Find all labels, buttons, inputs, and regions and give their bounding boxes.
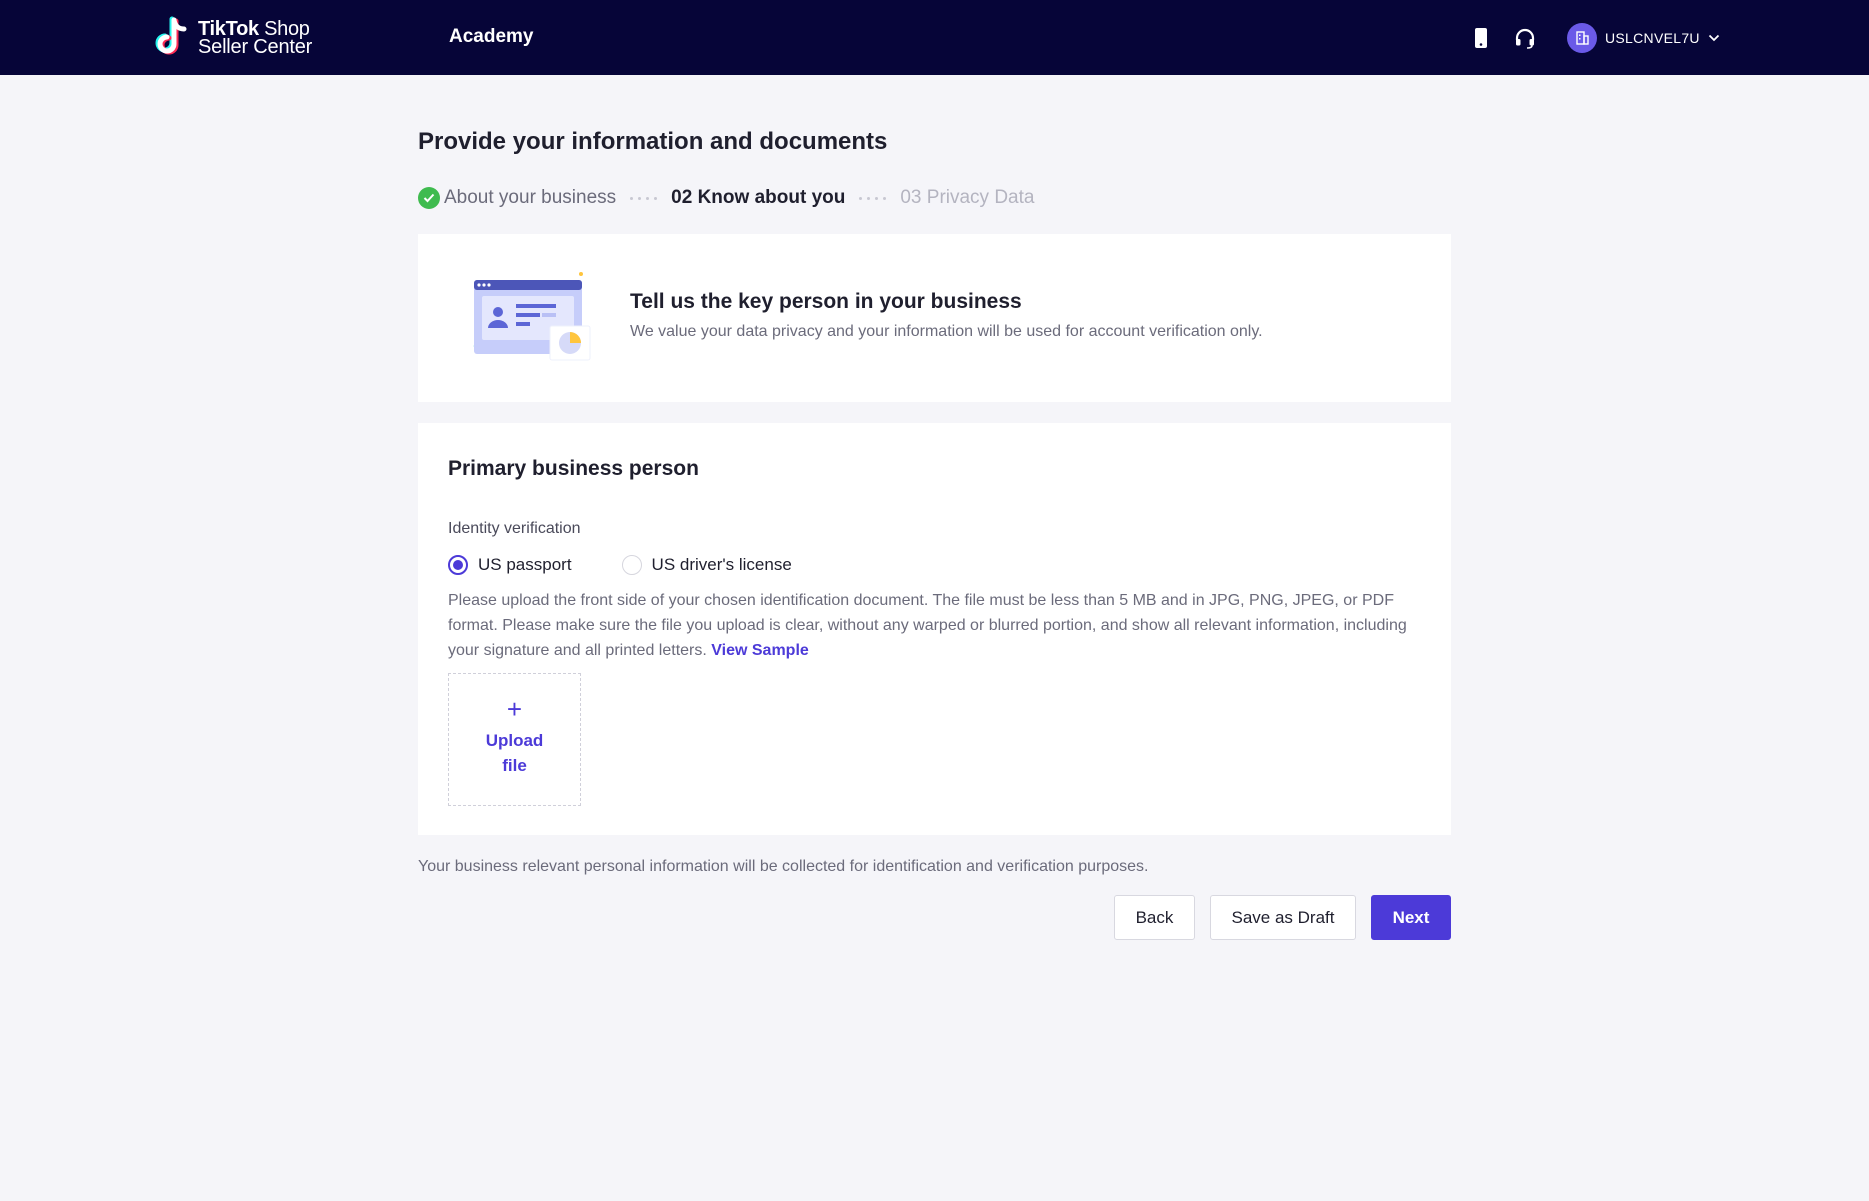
page-title: Provide your information and documents: [418, 128, 888, 155]
logo-subtitle: Seller Center: [198, 36, 313, 58]
chevron-down-icon: [1708, 34, 1719, 42]
progress-steps: About your business 02 Know about you 03…: [418, 186, 1034, 210]
radio-label: US driver's license: [651, 555, 792, 574]
back-button[interactable]: Back: [1114, 895, 1195, 940]
intro-card: [418, 234, 1451, 402]
step-know-about-you: 02 Know about you: [671, 187, 846, 208]
privacy-footnote: Your business relevant personal informat…: [418, 858, 1149, 875]
tiktok-note-icon: [155, 16, 187, 55]
step-about-your-business[interactable]: About your business: [418, 187, 616, 209]
headset-icon[interactable]: [1513, 26, 1537, 50]
check-circle-icon: [418, 187, 440, 209]
id-card-illustration: [473, 272, 591, 361]
instructions-text: Please upload the front side of your cho…: [448, 592, 1407, 659]
mobile-phone-icon[interactable]: [1469, 26, 1493, 50]
step-separator: [630, 196, 658, 200]
view-sample-link[interactable]: View Sample: [711, 642, 809, 659]
building-icon: [1567, 23, 1597, 53]
upload-instructions: Please upload the front side of your cho…: [448, 588, 1423, 663]
radio-us-drivers-license[interactable]: US driver's license: [621, 555, 792, 575]
intro-subtext: We value your data privacy and your info…: [630, 323, 1263, 340]
upload-file-button[interactable]: + Upload file: [448, 673, 581, 806]
top-navigation-bar: TikTok Shop Seller Center Academy USLCNV…: [0, 0, 1869, 75]
step-separator: [859, 196, 887, 200]
intro-heading: Tell us the key person in your business: [630, 290, 1022, 313]
account-name: USLCNVEL7U: [1605, 30, 1700, 46]
next-button[interactable]: Next: [1371, 895, 1451, 940]
radio-unselected-icon[interactable]: [621, 555, 642, 575]
step-label: About your business: [444, 187, 617, 208]
radio-selected-icon[interactable]: [448, 555, 468, 575]
radio-label: US passport: [478, 555, 572, 574]
upload-label: Upload file: [485, 731, 544, 775]
save-as-draft-button[interactable]: Save as Draft: [1210, 895, 1356, 940]
plus-icon: +: [506, 694, 523, 724]
identity-verification-label: Identity verification: [448, 520, 581, 537]
logo-text: TikTok Shop Seller Center: [198, 19, 313, 58]
nav-academy-link[interactable]: Academy: [449, 26, 534, 48]
tiktok-shop-logo[interactable]: TikTok Shop Seller Center: [152, 16, 312, 60]
account-menu[interactable]: USLCNVEL7U: [1567, 23, 1720, 53]
section-title: Primary business person: [448, 457, 699, 480]
radio-us-passport[interactable]: US passport: [448, 555, 572, 575]
step-privacy-data: 03 Privacy Data: [900, 187, 1035, 208]
id-type-radio-group: US passport US driver's license: [448, 554, 792, 576]
